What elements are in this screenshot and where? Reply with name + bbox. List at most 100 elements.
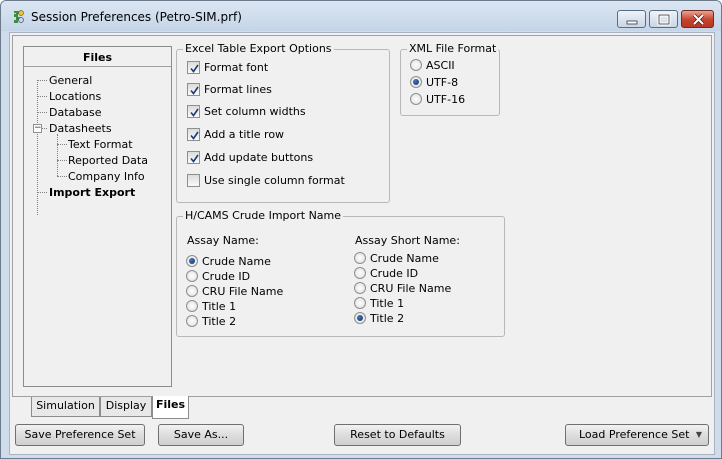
excel-export-options-group: Excel Table Export Options Format font F… <box>176 42 390 203</box>
checkbox-label: Use single column format <box>204 174 345 187</box>
assay-short-name-label: Assay Short Name: <box>355 234 460 247</box>
tree-connector <box>57 176 67 177</box>
radio-label: Title 1 <box>370 297 405 310</box>
window-client-area: Files − General Locations Database Datas… <box>9 32 715 455</box>
radio-icon <box>186 270 198 282</box>
checkbox-icon <box>187 104 200 118</box>
tree-item-reported-data[interactable]: Reported Data <box>68 153 148 168</box>
radio-label: Title 2 <box>202 315 237 328</box>
files-tab-panel: Files − General Locations Database Datas… <box>12 35 712 397</box>
radio-selected-icon <box>410 76 422 88</box>
radio-label: Title 1 <box>202 300 237 313</box>
format-font-checkbox[interactable]: Format font <box>187 60 268 76</box>
checkbox-label: Add update buttons <box>204 151 314 164</box>
assay-name-title2-radio[interactable]: Title 2 <box>186 314 236 330</box>
group-title: XML File Format <box>407 42 499 56</box>
tree-connector <box>57 160 67 161</box>
radio-label: Title 2 <box>370 312 405 325</box>
radio-icon <box>354 252 366 264</box>
xml-utf16-radio[interactable]: UTF-16 <box>410 92 465 108</box>
tree-connector <box>37 80 38 215</box>
tree-item-database[interactable]: Database <box>49 105 102 120</box>
format-lines-checkbox[interactable]: Format lines <box>187 82 272 98</box>
radio-icon <box>186 315 198 327</box>
reset-to-defaults-button[interactable]: Reset to Defaults <box>334 424 461 446</box>
tree-connector <box>37 80 47 81</box>
dropdown-arrow-icon: ▼ <box>695 430 702 439</box>
radio-icon <box>354 297 366 309</box>
set-column-widths-checkbox[interactable]: Set column widths <box>187 104 306 120</box>
tree-header: Files <box>24 49 171 67</box>
tree-item-datasheets[interactable]: Datasheets <box>49 121 112 136</box>
checkbox-icon <box>187 173 200 187</box>
files-tree: Files − General Locations Database Datas… <box>23 46 172 387</box>
save-as-button[interactable]: Save As... <box>158 424 244 446</box>
radio-icon <box>354 282 366 294</box>
tree-connector <box>57 134 58 176</box>
tree-item-general[interactable]: General <box>49 73 92 88</box>
minimize-icon <box>626 20 638 25</box>
radio-icon <box>410 59 422 71</box>
tree-connector <box>37 112 47 113</box>
add-update-buttons-checkbox[interactable]: Add update buttons <box>187 150 313 166</box>
load-preference-set-button[interactable]: Load Preference Set ▼ <box>565 424 709 446</box>
tree-connector <box>57 144 67 145</box>
close-icon <box>692 13 705 26</box>
checkbox-label: Format lines <box>204 83 272 96</box>
tree-connector <box>37 96 47 97</box>
checkbox-label: Set column widths <box>204 105 306 118</box>
checkbox-label: Format font <box>204 61 269 74</box>
tree-connector <box>37 192 47 193</box>
preferences-window: Session Preferences (Petro-SIM.prf) File… <box>0 0 722 459</box>
tree-item-locations[interactable]: Locations <box>49 89 101 104</box>
assay-short-title2-radio[interactable]: Title 2 <box>354 311 404 327</box>
radio-label: Crude Name <box>202 255 271 268</box>
assay-name-title1-radio[interactable]: Title 1 <box>186 299 236 315</box>
radio-label: CRU File Name <box>202 285 284 298</box>
radio-label: Crude ID <box>370 267 419 280</box>
xml-utf8-radio[interactable]: UTF-8 <box>410 75 458 91</box>
tree-item-import-export[interactable]: Import Export <box>49 185 135 200</box>
title-bar[interactable]: Session Preferences (Petro-SIM.prf) <box>1 1 721 31</box>
group-title: Excel Table Export Options <box>183 42 334 56</box>
checkbox-icon <box>187 60 200 74</box>
assay-name-label: Assay Name: <box>187 234 259 247</box>
tree-item-text-format[interactable]: Text Format <box>68 137 133 152</box>
checkbox-icon <box>187 127 200 141</box>
crude-import-name-group: H/CAMS Crude Import Name Assay Name: Ass… <box>176 209 505 337</box>
load-preference-set-label: Load Preference Set <box>579 428 690 441</box>
single-column-format-checkbox[interactable]: Use single column format <box>187 173 345 189</box>
maximize-button[interactable] <box>649 10 678 28</box>
assay-short-title1-radio[interactable]: Title 1 <box>354 296 404 312</box>
xml-ascii-radio[interactable]: ASCII <box>410 58 455 74</box>
add-title-row-checkbox[interactable]: Add a title row <box>187 127 284 143</box>
tab-simulation[interactable]: Simulation <box>31 397 100 417</box>
assay-name-cru-file-name-radio[interactable]: CRU File Name <box>186 284 283 300</box>
assay-name-crude-name-radio[interactable]: Crude Name <box>186 254 271 270</box>
radio-label: UTF-8 <box>426 76 459 89</box>
maximize-icon <box>657 13 671 26</box>
radio-label: UTF-16 <box>426 93 466 106</box>
window-title: Session Preferences (Petro-SIM.prf) <box>31 10 242 24</box>
radio-label: Crude Name <box>370 252 439 265</box>
group-title: H/CAMS Crude Import Name <box>183 209 344 223</box>
radio-icon <box>354 267 366 279</box>
tab-display[interactable]: Display <box>100 397 152 417</box>
tree-item-company-info[interactable]: Company Info <box>68 169 145 184</box>
app-icon <box>14 10 24 23</box>
tree-connector <box>42 128 47 129</box>
assay-short-crude-name-radio[interactable]: Crude Name <box>354 251 439 267</box>
collapse-icon[interactable]: − <box>33 124 42 133</box>
assay-short-crude-id-radio[interactable]: Crude ID <box>354 266 418 282</box>
assay-name-crude-id-radio[interactable]: Crude ID <box>186 269 250 285</box>
tab-files[interactable]: Files <box>152 396 189 419</box>
close-button[interactable] <box>681 10 714 28</box>
checkbox-label: Add a title row <box>204 128 285 141</box>
radio-selected-icon <box>186 255 198 267</box>
radio-icon <box>410 93 422 105</box>
assay-short-cru-file-name-radio[interactable]: CRU File Name <box>354 281 451 297</box>
radio-label: ASCII <box>426 59 455 72</box>
save-preference-set-button[interactable]: Save Preference Set <box>15 424 145 446</box>
radio-icon <box>186 285 198 297</box>
minimize-button[interactable] <box>617 10 646 28</box>
